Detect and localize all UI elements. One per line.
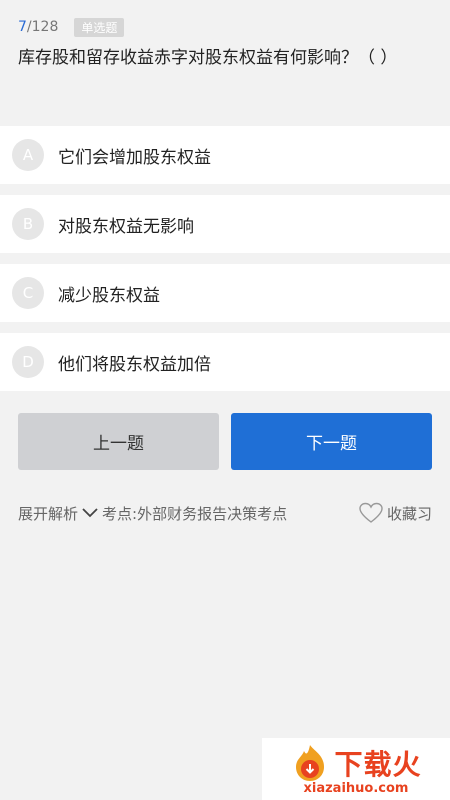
progress-row: 7/128 单选题 [18, 14, 432, 40]
option-text: 它们会增加股东权益 [58, 147, 211, 168]
option-d[interactable]: D 他们将股东权益加倍 [0, 333, 450, 391]
question-type-badge: 单选题 [74, 17, 125, 37]
exam-point-label: 考点:外部财务报告决策考点 [102, 504, 288, 523]
favorite-button[interactable]: 收藏习 [359, 502, 432, 524]
prev-question-button[interactable]: 上一题 [18, 413, 219, 470]
option-text: 他们将股东权益加倍 [58, 354, 211, 375]
meta-row: 展开解析 考点:外部财务报告决策考点 收藏习 [0, 500, 450, 526]
option-text: 对股东权益无影响 [58, 216, 194, 237]
question-area: 7/128 单选题 库存股和留存收益赤字对股东权益有何影响？（ ） [0, 0, 450, 122]
flame-download-icon [296, 744, 325, 781]
option-letter: D [12, 346, 44, 378]
watermark-logo: 下载火 xiazaihuo.com [262, 738, 450, 800]
watermark-title: 下载火 [334, 747, 422, 781]
current-question-number: 7 [18, 19, 27, 35]
expand-analysis-label: 展开解析 [18, 504, 79, 523]
option-text: 减少股东权益 [58, 285, 160, 306]
total-questions: /128 [26, 19, 59, 35]
expand-analysis-toggle[interactable]: 展开解析 [18, 503, 100, 524]
question-progress: 7/128 [18, 19, 58, 35]
option-a[interactable]: A 它们会增加股东权益 [0, 126, 450, 184]
nav-row: 上一题 下一题 [0, 413, 450, 470]
watermark-domain: xiazaihuo.com [303, 780, 409, 796]
options-list: A 它们会增加股东权益 B 对股东权益无影响 C 减少股东权益 D 他们将股东权… [0, 126, 450, 391]
option-letter: B [12, 208, 44, 240]
option-c[interactable]: C 减少股东权益 [0, 264, 450, 322]
watermark-top: 下载火 [290, 743, 421, 783]
option-b[interactable]: B 对股东权益无影响 [0, 195, 450, 253]
next-question-button[interactable]: 下一题 [231, 413, 432, 470]
heart-icon [359, 502, 383, 523]
question-text: 库存股和留存收益赤字对股东权益有何影响？（ ） [18, 48, 398, 68]
option-letter: C [12, 277, 44, 309]
option-letter: A [12, 139, 44, 171]
chevron-down-icon [82, 508, 98, 518]
favorite-label: 收藏习 [386, 504, 432, 523]
